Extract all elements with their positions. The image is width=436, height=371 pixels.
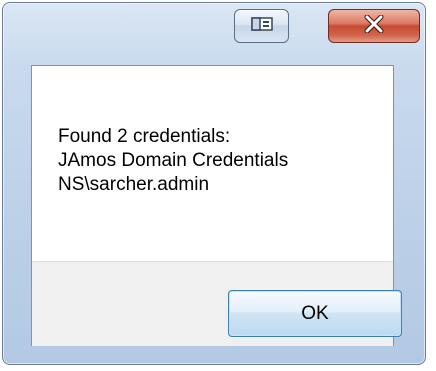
restore-window-icon <box>250 16 273 36</box>
message-text: Found 2 credentials: JAmos Domain Creden… <box>58 125 288 197</box>
close-x-icon <box>364 14 384 38</box>
message-line: Found 2 credentials: <box>58 126 231 147</box>
message-line: NS\sarcher.admin <box>58 174 210 195</box>
message-line: JAmos Domain Credentials <box>58 150 289 171</box>
restore-button[interactable] <box>234 9 289 43</box>
dialog-client-area: Found 2 credentials: JAmos Domain Creden… <box>31 65 402 346</box>
title-bar[interactable] <box>3 3 425 67</box>
message-panel: Found 2 credentials: JAmos Domain Creden… <box>32 66 393 261</box>
ok-button[interactable]: OK <box>228 290 402 337</box>
close-button[interactable] <box>328 9 420 43</box>
